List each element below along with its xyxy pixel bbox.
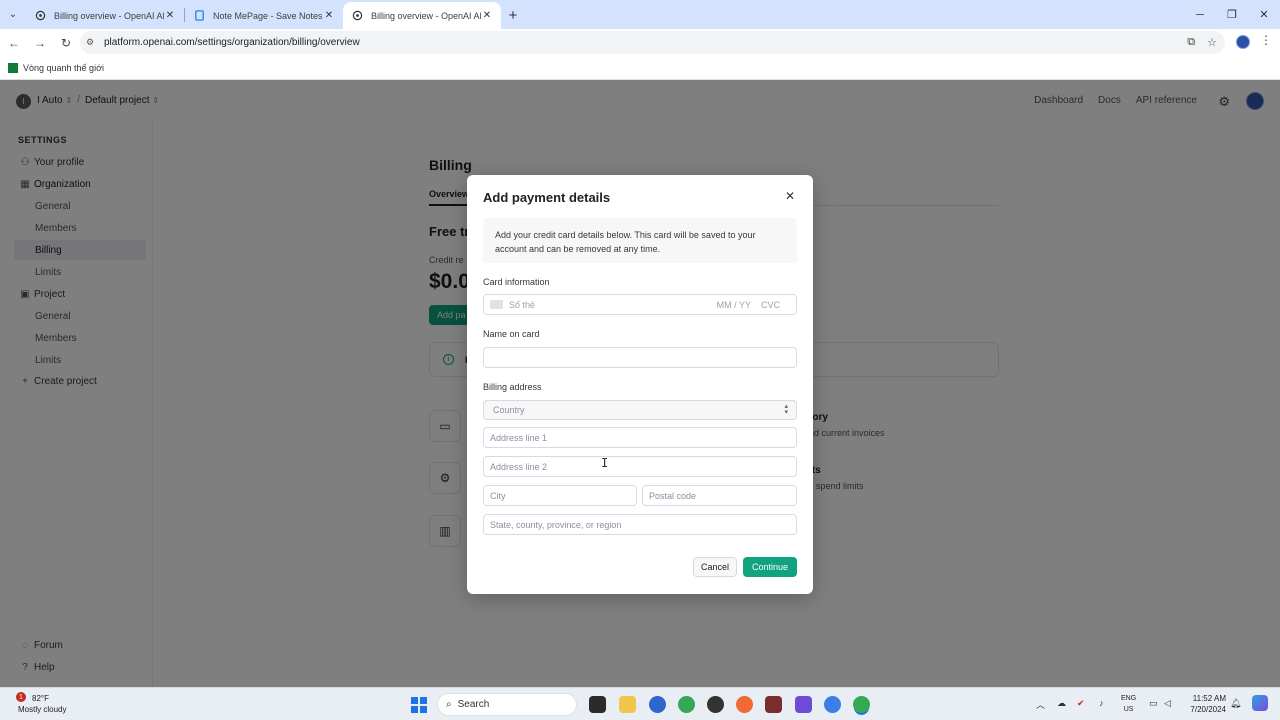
bookmark-favicon-icon xyxy=(8,62,18,73)
chrome-profile-app-icon[interactable] xyxy=(824,696,841,713)
windows-taskbar: 1 82°F Mostly cloudy ⌕ Search ︿ ☁ ✔ ♪ EN… xyxy=(0,687,1280,720)
draw-app-icon[interactable] xyxy=(736,696,753,713)
tab-close-icon[interactable]: ✕ xyxy=(481,10,493,21)
site-info-icon[interactable]: ⚙ xyxy=(86,37,100,48)
close-icon[interactable]: ✕ xyxy=(783,189,797,203)
forward-arrow-icon[interactable]: → xyxy=(28,31,52,55)
volume-icon[interactable]: ◁ xyxy=(1164,698,1171,709)
browser-tab-3-active[interactable]: Billing overview - OpenAI API ✕ xyxy=(343,2,501,29)
system-clock[interactable]: 11:52 AM 7/20/2024 xyxy=(1176,693,1226,715)
weather-description: Mostly cloudy xyxy=(18,705,67,714)
url-text: platform.openai.com/settings/organizatio… xyxy=(104,37,360,48)
obs-app-icon[interactable] xyxy=(707,696,724,713)
browser-profile-avatar[interactable] xyxy=(1236,35,1250,49)
tab-close-icon[interactable]: ✕ xyxy=(164,10,176,21)
tab-search-icon[interactable]: ⌄ xyxy=(0,0,26,29)
notification-badge: 1 xyxy=(16,692,26,702)
tab-title: Note MePage - Save Notes Onl xyxy=(213,10,323,21)
tab-close-icon[interactable]: ✕ xyxy=(323,10,335,21)
chrome-app-icon[interactable] xyxy=(678,696,695,713)
restore-icon[interactable]: ❐ xyxy=(1216,0,1248,29)
add-payment-modal: Add payment details ✕ Add your credit ca… xyxy=(467,175,813,594)
file-explorer-icon[interactable] xyxy=(619,696,636,713)
browser-menu-icon[interactable]: ⋮ xyxy=(1260,33,1272,47)
modal-notice: Add your credit card details below. This… xyxy=(483,218,797,263)
card-number-placeholder[interactable]: Số thẻ xyxy=(509,300,717,310)
new-tab-plus-icon[interactable]: + xyxy=(501,3,525,27)
taskbar-search-label: Search xyxy=(457,699,490,710)
window-controls: ─ ❐ ✕ xyxy=(1184,0,1280,29)
search-icon: ⌕ xyxy=(446,699,452,710)
clock-date: 7/20/2024 xyxy=(1190,705,1226,714)
browser-tab-1[interactable]: Billing overview - OpenAI API ✕ xyxy=(26,2,184,29)
language-code: ENG xyxy=(1121,695,1137,702)
cancel-button[interactable]: Cancel xyxy=(693,557,737,577)
tray-overflow-chevron-icon[interactable]: ︿ xyxy=(1036,698,1045,711)
chrome-active-app-icon[interactable] xyxy=(853,696,870,713)
bookmark-item[interactable]: Vòng quanh thế giới xyxy=(23,63,104,73)
copilot-icon[interactable] xyxy=(1252,695,1268,711)
antivirus-icon[interactable]: ✔ xyxy=(1077,698,1085,709)
windows-start-icon[interactable] xyxy=(411,697,427,713)
text-cursor-icon: I xyxy=(601,456,609,470)
credit-card-icon xyxy=(490,300,503,309)
network-icon[interactable]: ▭ xyxy=(1149,698,1158,709)
archive-app-icon[interactable] xyxy=(765,696,782,713)
zalo-app-icon[interactable] xyxy=(649,696,666,713)
continue-button[interactable]: Continue xyxy=(743,557,797,577)
weather-widget[interactable]: 1 82°F Mostly cloudy xyxy=(16,692,67,715)
bookmarks-bar: Vòng quanh thế giới xyxy=(0,56,1280,80)
back-arrow-icon[interactable]: ← xyxy=(2,31,26,55)
country-select[interactable]: Country ▴ ▾ xyxy=(483,400,797,420)
openai-favicon-icon xyxy=(351,10,363,22)
name-on-card-label: Name on card xyxy=(483,329,540,339)
billing-address-label: Billing address xyxy=(483,382,542,392)
bookmark-star-icon[interactable]: ☆ xyxy=(1207,36,1217,49)
browser-toolbar: ← → ↻ ⚙ platform.openai.com/settings/org… xyxy=(0,29,1280,56)
city-input[interactable] xyxy=(483,485,637,506)
tab-title: Billing overview - OpenAI API xyxy=(371,10,481,21)
browser-tab-strip: ⌄ Billing overview - OpenAI API ✕ Note M… xyxy=(0,0,1280,29)
omnibox-actions: ⧉ ☆ xyxy=(1187,31,1217,54)
state-region-input[interactable] xyxy=(483,514,797,535)
cloud-icon[interactable]: ☁ xyxy=(1057,698,1066,709)
minimize-icon[interactable]: ─ xyxy=(1184,0,1216,29)
card-cvc-placeholder[interactable]: CVC xyxy=(761,300,780,310)
name-on-card-input[interactable] xyxy=(483,347,797,368)
address-bar[interactable]: ⚙ platform.openai.com/settings/organizat… xyxy=(80,31,1225,54)
tab-title: Billing overview - OpenAI API xyxy=(54,10,164,21)
openai-favicon-icon xyxy=(34,10,46,22)
country-select-value: Country xyxy=(493,405,525,415)
card-information-field[interactable]: Số thẻ MM / YY CVC xyxy=(483,294,797,315)
address-line-2-input[interactable] xyxy=(483,456,797,477)
postal-code-input[interactable] xyxy=(642,485,797,506)
notepage-favicon-icon xyxy=(193,10,205,22)
card-information-label: Card information xyxy=(483,277,550,287)
notification-bell-icon[interactable]: 🔔︎ xyxy=(1230,698,1241,709)
translate-icon[interactable]: ⧉ xyxy=(1187,36,1195,49)
close-window-icon[interactable]: ✕ xyxy=(1248,0,1280,29)
terminal-app-icon[interactable] xyxy=(589,696,606,713)
address-line-1-input[interactable] xyxy=(483,427,797,448)
microphone-icon[interactable]: ♪ xyxy=(1099,698,1104,708)
taskbar-search[interactable]: ⌕ Search xyxy=(437,693,577,716)
input-language[interactable]: ENG US xyxy=(1121,693,1136,715)
modal-title: Add payment details xyxy=(483,190,611,205)
app-icon-s[interactable] xyxy=(795,696,812,713)
browser-tab-2[interactable]: Note MePage - Save Notes Onl ✕ xyxy=(185,2,343,29)
reload-icon[interactable]: ↻ xyxy=(54,31,78,55)
clock-time: 11:52 AM xyxy=(1192,694,1226,703)
updown-chevron-icon: ▴ ▾ xyxy=(784,403,788,416)
keyboard-layout: US xyxy=(1123,706,1134,713)
card-expiry-placeholder[interactable]: MM / YY xyxy=(717,300,751,310)
